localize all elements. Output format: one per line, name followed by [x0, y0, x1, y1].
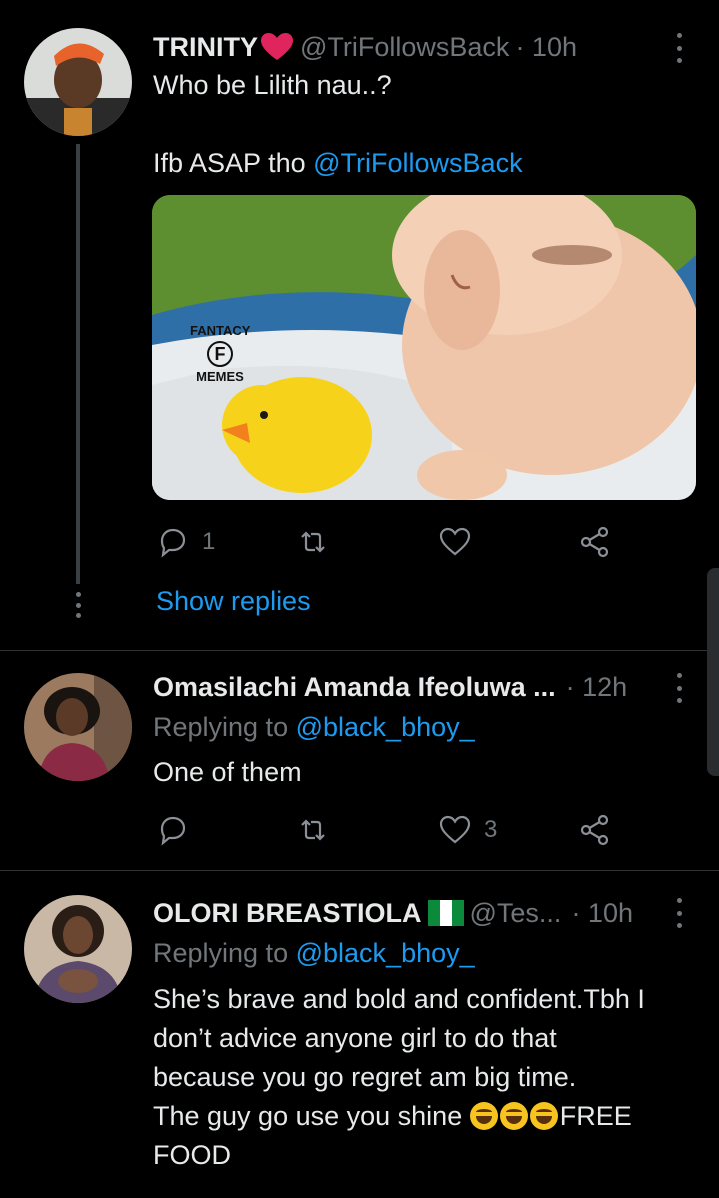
- avatar[interactable]: [24, 673, 132, 781]
- tweet-header: OLORI BREASTIOLA @Tes... · 10h: [153, 893, 633, 933]
- tweet-omasilachi[interactable]: Omasilachi Amanda Ifeoluwa ... · 12h Rep…: [0, 651, 719, 870]
- display-name[interactable]: TRINITY: [153, 32, 258, 63]
- avatar-photo: [24, 895, 132, 1003]
- rofl-emoji: [529, 1102, 558, 1130]
- handle[interactable]: @Tes...: [470, 898, 562, 929]
- tweet-text: She’s brave and bold and confident.Tbh I…: [153, 980, 645, 1175]
- retweet-button[interactable]: [296, 522, 342, 562]
- replying-to: Replying to @black_bhoy_: [153, 938, 475, 968]
- avatar-photo: [24, 28, 132, 136]
- like-icon: [439, 527, 471, 556]
- display-name[interactable]: Omasilachi Amanda Ifeoluwa ...: [153, 672, 556, 703]
- avatar-photo: [24, 673, 132, 781]
- share-icon: [580, 526, 609, 558]
- scrollbar[interactable]: [707, 568, 719, 776]
- tweet-text: Who be Lilith nau..? Ifb ASAP tho @TriFo…: [153, 66, 523, 183]
- timestamp[interactable]: · 12h: [566, 672, 628, 703]
- like-button[interactable]: 3: [438, 810, 497, 850]
- tweet-media[interactable]: FANTACY F MEMES: [152, 195, 696, 500]
- tweet-text: One of them: [153, 757, 302, 787]
- more-icon[interactable]: [669, 33, 689, 63]
- retweet-button[interactable]: [296, 810, 342, 850]
- tweet-text-line: Ifb ASAP tho @TriFollowsBack: [153, 148, 523, 178]
- timestamp[interactable]: · 10h: [515, 32, 577, 63]
- share-icon: [580, 814, 609, 846]
- tweet-text-line: because you go regret am big time.: [153, 1062, 577, 1092]
- tweet-actions: 3: [156, 810, 616, 850]
- tweet-header: Omasilachi Amanda Ifeoluwa ... · 12h: [153, 667, 627, 707]
- like-count: 3: [484, 816, 498, 843]
- tweet-text-line: don’t advice anyone girl to do that: [153, 1023, 557, 1053]
- display-name[interactable]: OLORI BREASTIOLA: [153, 898, 422, 929]
- tweet-actions: 1: [156, 522, 616, 562]
- reply-count: 1: [202, 528, 216, 555]
- avatar[interactable]: [24, 28, 132, 136]
- tweet-text-line: Who be Lilith nau..?: [153, 70, 392, 100]
- media-watermark: FANTACY F MEMES: [190, 323, 251, 384]
- like-button[interactable]: [438, 522, 484, 562]
- tweet-text-line: FOOD: [153, 1140, 231, 1170]
- heart-emoji: [261, 33, 293, 60]
- timestamp[interactable]: · 10h: [571, 898, 633, 929]
- nigeria-flag-emoji: [427, 900, 464, 926]
- handle[interactable]: @TriFollowsBack: [300, 32, 509, 63]
- replying-to: Replying to @black_bhoy_: [153, 712, 475, 742]
- tweet-text-line: She’s brave and bold and confident.Tbh I: [153, 984, 645, 1014]
- reply-icon: [160, 816, 186, 846]
- tweet-text-line: The guy go use you shine FREE: [153, 1101, 632, 1131]
- tweet-header: TRINITY @TriFollowsBack · 10h: [153, 27, 577, 67]
- rofl-emoji: [499, 1102, 528, 1130]
- more-icon[interactable]: [669, 673, 689, 703]
- reply-icon: [160, 528, 186, 558]
- retweet-icon: [301, 819, 325, 841]
- retweet-icon: [301, 531, 325, 553]
- rofl-emoji: [469, 1102, 498, 1130]
- avatar[interactable]: [24, 895, 132, 1003]
- mention-link[interactable]: @black_bhoy_: [296, 938, 475, 968]
- share-button[interactable]: [578, 810, 612, 850]
- tweet-trinity[interactable]: TRINITY @TriFollowsBack · 10h Who be Lil…: [0, 0, 719, 650]
- thread-line: [76, 144, 80, 584]
- like-icon: [439, 815, 471, 844]
- more-icon[interactable]: [669, 898, 689, 928]
- thread-more-dots[interactable]: [74, 592, 82, 618]
- mention-link[interactable]: @TriFollowsBack: [313, 148, 522, 178]
- mention-link[interactable]: @black_bhoy_: [296, 712, 475, 742]
- reply-button[interactable]: 1: [156, 522, 215, 562]
- show-replies-link[interactable]: Show replies: [156, 586, 311, 617]
- tweet-olori[interactable]: OLORI BREASTIOLA @Tes... · 10h Replying …: [0, 871, 719, 1198]
- share-button[interactable]: [578, 522, 612, 562]
- reply-button[interactable]: [156, 810, 202, 850]
